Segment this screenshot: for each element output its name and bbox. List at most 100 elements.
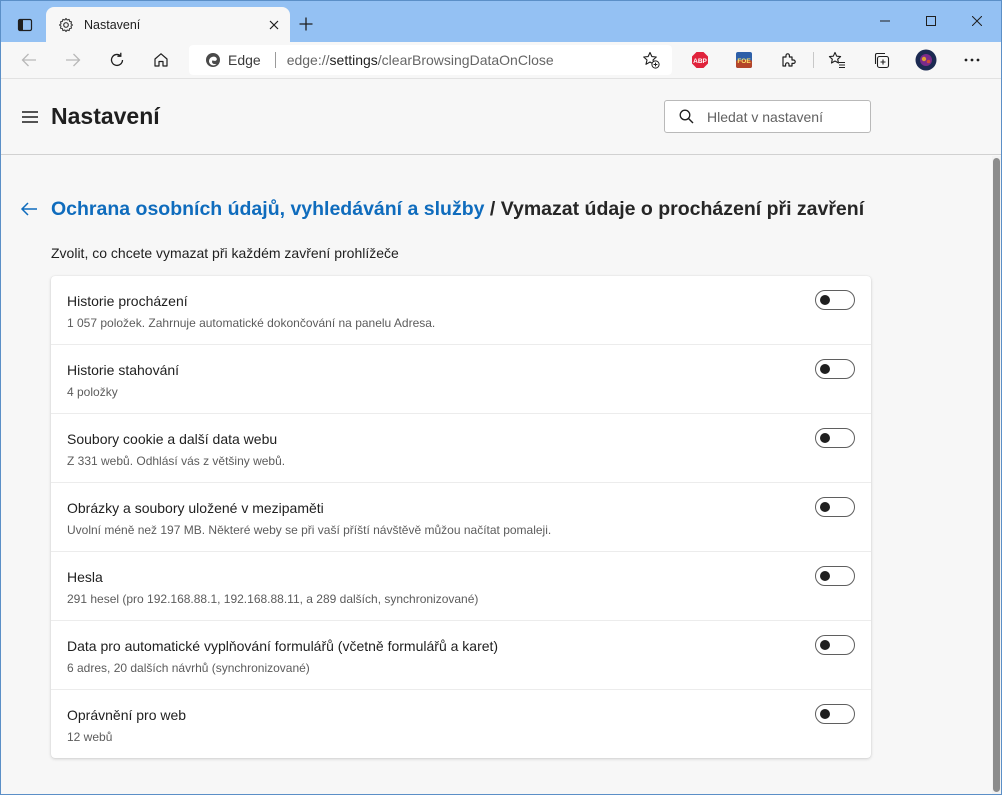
title-bar: Nastavení xyxy=(0,0,1002,42)
minimize-icon xyxy=(880,20,890,22)
option-row: Obrázky a soubory uložené v mezipaměti U… xyxy=(51,483,871,552)
home-icon xyxy=(154,53,168,67)
option-description: Z 331 webů. Odhlásí vás z většiny webů. xyxy=(67,454,286,468)
maximize-icon xyxy=(926,16,936,26)
option-description: Uvolní méně než 197 MB. Některé weby se … xyxy=(67,523,552,537)
url-text[interactable]: edge://settings/clearBrowsingDataOnClose xyxy=(287,52,636,68)
home-button[interactable] xyxy=(145,45,177,75)
toggle-passwords[interactable] xyxy=(815,566,855,586)
option-title: Obrázky a soubory uložené v mezipaměti xyxy=(67,500,324,516)
toggle-knob xyxy=(820,571,830,581)
option-description: 12 webů xyxy=(67,730,113,744)
settings-and-more-button[interactable] xyxy=(956,45,988,75)
search-input[interactable] xyxy=(707,108,857,125)
option-title: Hesla xyxy=(67,569,103,585)
back-link-button[interactable] xyxy=(17,197,41,221)
option-title: Historie stahování xyxy=(67,362,180,378)
minimize-button[interactable] xyxy=(862,0,908,42)
option-row: Soubory cookie a další data webu Z 331 w… xyxy=(51,414,871,483)
toggle-cookies[interactable] xyxy=(815,428,855,448)
url-scheme: edge:// xyxy=(286,52,330,68)
option-row: Oprávnění pro web 12 webů xyxy=(51,690,871,759)
toggle-site-permissions[interactable] xyxy=(815,704,855,724)
scrollbar-thumb[interactable] xyxy=(993,158,1000,792)
favorites-button[interactable] xyxy=(821,45,853,75)
address-separator xyxy=(274,52,276,68)
toggle-cached-files[interactable] xyxy=(815,497,855,517)
address-bar[interactable]: Edge edge://settings/clearBrowsingDataOn… xyxy=(189,45,672,75)
search-icon-container xyxy=(665,109,707,124)
clear-data-options-card: Historie procházení 1 057 položek. Zahrn… xyxy=(51,276,871,758)
toggle-knob xyxy=(820,640,830,650)
option-title: Historie procházení xyxy=(67,293,188,309)
option-title: Soubory cookie a další data webu xyxy=(67,431,278,447)
option-title: Data pro automatické vyplňování formulář… xyxy=(67,638,499,654)
forward-button[interactable] xyxy=(57,45,89,75)
adblock-plus-button[interactable]: ABP xyxy=(684,45,716,75)
foe-helper-icon: FOE xyxy=(736,52,752,68)
browser-tab[interactable]: Nastavení xyxy=(46,7,290,42)
close-icon xyxy=(269,20,279,29)
favorites-list-icon xyxy=(828,51,845,69)
back-button[interactable] xyxy=(13,45,45,75)
plus-icon xyxy=(299,17,313,31)
search-icon xyxy=(679,109,693,124)
tab-close-button[interactable] xyxy=(260,11,288,39)
breadcrumb-separator: / xyxy=(484,198,501,220)
toggle-download-history[interactable] xyxy=(815,359,855,379)
toggle-knob xyxy=(820,502,830,512)
option-description: 1 057 položek. Zahrnuje automatické doko… xyxy=(67,316,436,330)
option-row: Historie procházení 1 057 položek. Zahrn… xyxy=(51,276,871,345)
collections-icon xyxy=(874,52,890,69)
menu-button[interactable] xyxy=(19,107,41,127)
toggle-knob xyxy=(820,433,830,443)
toggle-knob xyxy=(820,364,830,374)
site-info[interactable]: Edge xyxy=(189,52,261,68)
profile-button[interactable] xyxy=(910,45,942,75)
new-tab-button[interactable] xyxy=(292,10,320,38)
tab-actions-button[interactable] xyxy=(8,11,42,39)
foe-helper-button[interactable]: FOE xyxy=(728,45,760,75)
adblock-label: ABP xyxy=(693,58,707,65)
main-content: Ochrana osobních údajů, vyhledávání a sl… xyxy=(1,156,992,794)
breadcrumb: Ochrana osobních údajů, vyhledávání a sl… xyxy=(51,198,864,221)
add-favorite-button[interactable] xyxy=(636,45,666,75)
site-label: Edge xyxy=(228,52,261,68)
url-path: /clearBrowsingDataOnClose xyxy=(377,52,554,68)
star-add-icon xyxy=(643,51,660,69)
collections-button[interactable] xyxy=(865,45,897,75)
toggle-knob xyxy=(820,709,830,719)
browser-toolbar: Edge edge://settings/clearBrowsingDataOn… xyxy=(0,42,1002,79)
page-title: Nastavení xyxy=(51,103,160,129)
option-description: 4 položky xyxy=(67,385,118,399)
window-close-button[interactable] xyxy=(954,0,1000,42)
close-icon xyxy=(972,16,982,26)
hamburger-icon xyxy=(22,111,38,123)
arrow-left-icon xyxy=(21,53,36,67)
option-row: Historie stahování 4 položky xyxy=(51,345,871,414)
option-description: 6 adres, 20 dalších návrhů (synchronizov… xyxy=(67,661,310,675)
refresh-button[interactable] xyxy=(101,45,133,75)
settings-header: Nastavení xyxy=(1,80,1001,155)
option-row: Hesla 291 hesel (pro 192.168.88.1, 192.1… xyxy=(51,552,871,621)
refresh-icon xyxy=(110,52,124,67)
option-description: 291 hesel (pro 192.168.88.1, 192.168.88.… xyxy=(67,592,479,606)
toggle-knob xyxy=(820,295,830,305)
settings-search[interactable] xyxy=(664,100,871,133)
more-icon xyxy=(964,58,980,62)
section-description: Zvolit, co chcete vymazat při každém zav… xyxy=(51,245,399,261)
tab-actions-icon xyxy=(17,18,33,32)
scrollbar[interactable] xyxy=(992,156,1001,794)
arrow-left-icon xyxy=(20,202,37,216)
tab-title: Nastavení xyxy=(84,17,141,32)
extensions-button[interactable] xyxy=(772,45,804,75)
toolbar-divider xyxy=(813,52,814,68)
option-title: Oprávnění pro web xyxy=(67,707,187,723)
maximize-button[interactable] xyxy=(908,0,954,42)
option-row: Data pro automatické vyplňování formulář… xyxy=(51,621,871,690)
arrow-right-icon xyxy=(66,53,81,67)
toggle-browsing-history[interactable] xyxy=(815,290,855,310)
toggle-autofill[interactable] xyxy=(815,635,855,655)
avatar xyxy=(915,49,937,71)
breadcrumb-parent-link[interactable]: Ochrana osobních údajů, vyhledávání a sl… xyxy=(51,198,484,220)
